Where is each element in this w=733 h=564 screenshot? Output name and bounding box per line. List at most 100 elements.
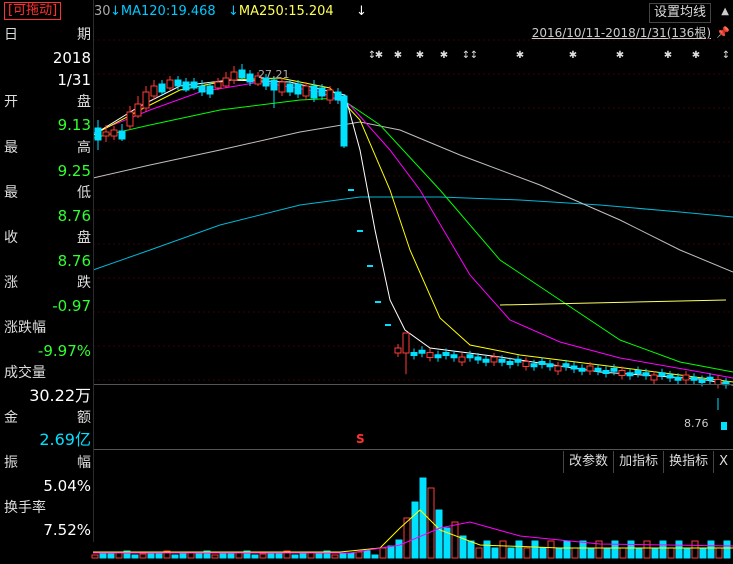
candle-body: [498, 358, 506, 363]
candle-body: [94, 127, 102, 141]
volume-bar: [723, 540, 731, 559]
settings-ma-button[interactable]: 设置均线: [648, 3, 711, 23]
kline-chart[interactable]: ↕✱ ✱ ✱ ✱ ↕ ↕ ✱ ✱ ✱ ✱ ✱ ↕ 27.21 8.76 S: [0, 0, 733, 564]
candle-body: [270, 79, 278, 91]
volume-bar: [363, 550, 371, 559]
event-marker-icon: ↕: [470, 50, 478, 61]
volume-bar: [339, 553, 347, 559]
candle-body: [246, 73, 254, 83]
change-value: -0.97: [52, 297, 91, 315]
volume-bar: [451, 521, 459, 559]
volume-bar: [699, 547, 707, 559]
candle-body: [578, 367, 586, 372]
candle-body: [166, 79, 174, 89]
candle-body: [450, 354, 458, 359]
event-marker-icon: ✱: [416, 50, 424, 61]
low-value: 8.76: [57, 207, 91, 225]
ma120-value: MA120:19.468: [120, 4, 216, 19]
chevron-up-icon[interactable]: ▲: [721, 6, 729, 17]
candle-body: [182, 81, 190, 91]
candle-body: [642, 372, 650, 377]
volume-bar: [659, 540, 667, 559]
volume-bar: [611, 540, 619, 559]
candle-body: [222, 77, 230, 87]
candle-body: [310, 85, 318, 99]
candle-body: [126, 111, 134, 127]
change-params-button[interactable]: 改参数: [563, 451, 613, 473]
pin-icon[interactable]: 📌: [716, 26, 730, 39]
volume-bar: [411, 501, 419, 559]
close-icon[interactable]: X: [713, 451, 733, 473]
switch-indicator-button[interactable]: 换指标: [663, 451, 713, 473]
volume-bar: [139, 553, 147, 559]
open-label: 开盘: [4, 94, 91, 110]
info-panel: [可拖动] 日期 2018 1/31 开盘 9.13 最高 9.25 最低 8.…: [0, 0, 94, 542]
candle-body: [554, 365, 562, 372]
candle-body: [418, 349, 426, 354]
ma120-legend[interactable]: ↓MA120:19.468: [110, 4, 216, 19]
signal-mark: S: [356, 432, 365, 446]
down-arrow-icon: ↓: [110, 4, 121, 19]
close-value: 8.76: [57, 252, 91, 270]
candle-body: [134, 103, 142, 117]
date-value: 1/31: [57, 71, 91, 89]
candle-body: [434, 354, 442, 359]
candle-body: [490, 356, 498, 363]
candle-body: [334, 91, 342, 101]
event-marker-icon: ✱: [440, 50, 448, 61]
candle-body: [238, 69, 246, 79]
candle-body: [458, 356, 466, 363]
candle-body: [674, 376, 682, 381]
candle-body: [426, 352, 434, 358]
volume-bar: [371, 554, 379, 559]
candle-body: [562, 363, 570, 368]
ma250-legend[interactable]: ↓MA250:15.204: [228, 4, 334, 19]
candle-body: [706, 376, 714, 381]
volume-bar: [483, 540, 491, 559]
candle-body: [602, 370, 610, 374]
event-marker-icon: ✱: [394, 50, 402, 61]
volume-bar: [651, 547, 659, 559]
volume-bar: [211, 554, 219, 559]
candle-body: [410, 352, 418, 356]
volume-bar: [435, 509, 443, 559]
volume-bar: [619, 547, 627, 559]
amount-label: 金额: [4, 410, 91, 426]
candle-body: [682, 374, 690, 381]
down-arrow-icon: ↓: [356, 4, 367, 19]
date-range-link[interactable]: 2016/10/11-2018/1/31(136根): [532, 24, 711, 41]
candlesticks: [94, 64, 730, 430]
volume-label: 成交量: [4, 365, 46, 381]
candle-body: [546, 363, 554, 368]
draggable-tag[interactable]: [可拖动]: [4, 2, 62, 20]
candle-body: [294, 83, 302, 95]
candle-body: [118, 130, 126, 140]
high-label: 最高: [4, 140, 91, 156]
volume-bar: [387, 545, 395, 559]
volume-bar: [515, 540, 523, 559]
candle-body: [142, 91, 150, 109]
low-annotation: 8.76: [684, 417, 709, 430]
candle-body: [340, 95, 348, 147]
volume-bar: [147, 552, 155, 559]
candle-body: [102, 131, 110, 137]
add-indicator-button[interactable]: 加指标: [613, 451, 663, 473]
candle-body: [394, 347, 402, 354]
volume-bar: [219, 553, 227, 559]
event-marker-icon: ✱: [569, 50, 577, 61]
candle-body: [198, 85, 206, 93]
candle-body: [538, 361, 546, 365]
candle-body: [586, 365, 594, 372]
close-label: 收盘: [4, 230, 91, 246]
indicator-bar: 30 ↓MA120:19.468 ↓MA250:15.204 ↓ 设置均线 ▲ …: [0, 0, 733, 40]
candle-body: [158, 83, 166, 93]
event-markers: ↕✱ ✱ ✱ ✱ ↕ ↕ ✱ ✱ ✱ ✱ ✱ ↕: [368, 50, 730, 61]
volume-bar: [267, 552, 275, 559]
candle-body: [618, 370, 626, 376]
candle-body: [634, 370, 642, 374]
volume-bar: [347, 552, 355, 559]
ma250-value: MA250:15.204: [238, 4, 334, 19]
volume-bar: [307, 552, 315, 559]
ma10-line: [92, 77, 733, 383]
candle-body: [658, 372, 666, 377]
